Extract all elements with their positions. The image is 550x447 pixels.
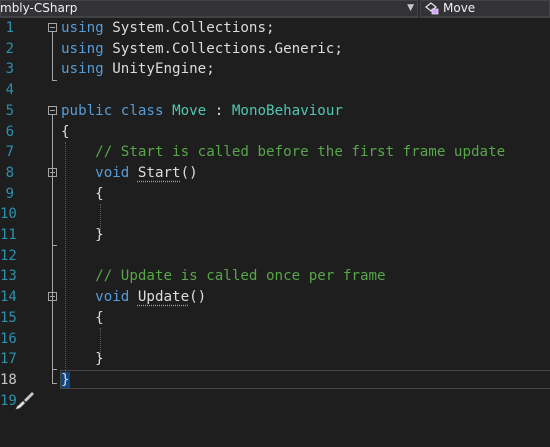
collapse-icon[interactable] bbox=[48, 167, 57, 177]
code-text: using System.Collections.Generic; bbox=[61, 39, 343, 60]
project-dropdown-label: mbly-CSharp bbox=[0, 1, 78, 15]
code-line[interactable]: 13 // Update is called once per frame bbox=[0, 266, 550, 287]
code-line[interactable]: 5 public class Move : MonoBehaviour bbox=[0, 101, 550, 122]
line-number: 3 bbox=[5, 61, 14, 78]
code-text: { bbox=[61, 122, 70, 143]
code-line[interactable]: 16 bbox=[0, 329, 550, 350]
code-line[interactable]: 9 { bbox=[0, 184, 550, 205]
current-line-highlight bbox=[60, 369, 550, 389]
code-token: using bbox=[61, 20, 104, 36]
code-text: } bbox=[61, 370, 70, 391]
code-text: { bbox=[61, 308, 104, 329]
line-number: 6 bbox=[5, 123, 14, 140]
code-line[interactable]: 3 using UnityEngine; bbox=[0, 59, 550, 80]
project-dropdown[interactable]: mbly-CSharp ▼ bbox=[0, 0, 418, 17]
code-token: { bbox=[61, 185, 104, 202]
line-number: 15 bbox=[0, 309, 17, 326]
code-text: } bbox=[61, 349, 104, 370]
code-text: // Update is called once per frame bbox=[61, 266, 386, 287]
line-number: 10 bbox=[0, 206, 17, 223]
line-number: 4 bbox=[5, 82, 14, 99]
code-line[interactable]: 4 bbox=[0, 80, 550, 101]
code-text: using UnityEngine; bbox=[61, 59, 215, 80]
code-token: using bbox=[61, 40, 104, 57]
line-number: 16 bbox=[0, 330, 17, 347]
code-text: // Start is called before the first fram… bbox=[61, 142, 505, 163]
collapse-icon[interactable] bbox=[48, 105, 57, 115]
code-token: } bbox=[61, 227, 104, 243]
code-token: public bbox=[61, 102, 113, 119]
code-line[interactable]: 17 } bbox=[0, 349, 550, 370]
member-dropdown-label: Move bbox=[443, 1, 476, 15]
code-text: void Update() bbox=[61, 287, 206, 308]
line-number: 11 bbox=[0, 227, 17, 243]
code-token: Start bbox=[137, 164, 181, 181]
code-token: } bbox=[61, 371, 70, 388]
code-line[interactable]: 8 void Start() bbox=[0, 163, 550, 184]
code-token: () bbox=[180, 164, 198, 181]
member-dropdown[interactable]: Move bbox=[420, 0, 550, 17]
line-number: 8 bbox=[5, 164, 14, 181]
line-number: 7 bbox=[5, 144, 14, 161]
code-line[interactable]: 6{ bbox=[0, 122, 550, 143]
line-number: 9 bbox=[5, 185, 14, 202]
paintbrush-icon[interactable] bbox=[14, 390, 36, 410]
code-token: System.Collections.Generic; bbox=[103, 40, 343, 57]
code-token: // Start is called before the first fram… bbox=[95, 144, 506, 161]
code-token: MonoBehaviour bbox=[231, 102, 343, 119]
collapse-icon[interactable] bbox=[48, 23, 57, 32]
code-line[interactable]: 15 { bbox=[0, 308, 550, 329]
code-text: } bbox=[61, 225, 104, 246]
code-token: Update bbox=[137, 289, 190, 306]
chevron-down-icon[interactable]: ▼ bbox=[407, 1, 414, 16]
code-line[interactable]: 19 bbox=[0, 391, 550, 412]
code-line[interactable]: 11 } bbox=[0, 225, 550, 246]
line-number: 12 bbox=[0, 247, 17, 264]
code-token: // Update is called once per frame bbox=[95, 268, 386, 285]
line-number: 1 bbox=[5, 20, 14, 36]
code-line[interactable]: 14 void Update() bbox=[0, 287, 550, 308]
code-token: class bbox=[120, 102, 164, 119]
collapse-icon[interactable] bbox=[48, 292, 57, 302]
code-token: : bbox=[206, 102, 232, 119]
code-line[interactable]: 12 bbox=[0, 246, 550, 267]
code-text: public class Move : MonoBehaviour bbox=[61, 101, 343, 122]
code-token: void bbox=[95, 289, 130, 306]
code-token: void bbox=[95, 164, 130, 181]
code-line[interactable]: 2 using System.Collections.Generic; bbox=[0, 39, 550, 60]
code-token: Move bbox=[172, 102, 207, 119]
code-line[interactable]: 7 // Start is called before the first fr… bbox=[0, 142, 550, 163]
navigation-bar: mbly-CSharp ▼ Move bbox=[0, 0, 550, 18]
line-number: 18 bbox=[0, 371, 17, 388]
code-token: { bbox=[61, 123, 70, 140]
line-number: 2 bbox=[5, 40, 14, 57]
line-number: 14 bbox=[0, 289, 17, 306]
code-token: { bbox=[61, 309, 104, 326]
code-line[interactable]: 1 using System.Collections; bbox=[0, 18, 550, 39]
line-number: 13 bbox=[0, 268, 17, 285]
code-token: () bbox=[189, 289, 207, 306]
code-token: System.Collections; bbox=[103, 20, 275, 36]
code-editor[interactable]: 1 using System.Collections; 2 using System.… bbox=[0, 18, 550, 447]
code-line[interactable]: 18} bbox=[0, 369, 550, 391]
code-token: using bbox=[61, 61, 104, 78]
code-text: void Start() bbox=[61, 163, 198, 184]
line-number: 19 bbox=[0, 392, 17, 409]
code-line[interactable]: 10 bbox=[0, 204, 550, 225]
line-number: 17 bbox=[0, 351, 17, 368]
class-member-icon bbox=[425, 2, 439, 15]
code-text: using System.Collections; bbox=[61, 18, 275, 39]
code-text: { bbox=[61, 184, 104, 205]
line-number: 5 bbox=[5, 102, 14, 119]
code-token: UnityEngine; bbox=[103, 61, 215, 78]
code-token: } bbox=[61, 351, 104, 368]
